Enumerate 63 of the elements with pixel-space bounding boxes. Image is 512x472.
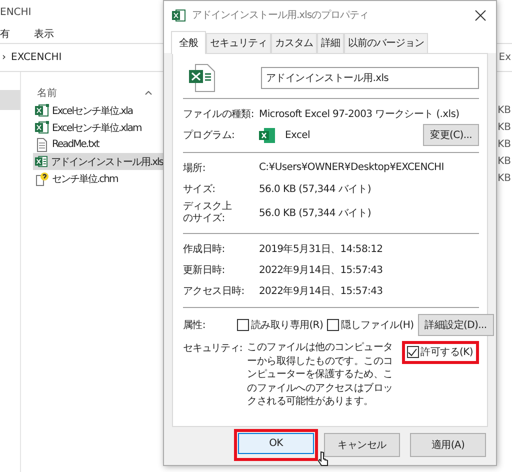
- file-item[interactable]: センチ単位.chm: [33, 170, 163, 187]
- sort-caret-icon: [145, 91, 152, 95]
- field-label: サイズ:: [183, 182, 216, 196]
- dialog-title: アドインインストール用.xlsのプロパティ: [192, 8, 369, 22]
- dialog-button[interactable]: 適用(A): [410, 433, 486, 457]
- breadcrumb-item[interactable]: EXCENCHI: [11, 52, 62, 63]
- size-value: 56.0 KB (57,344 バイト): [259, 182, 372, 196]
- spreadsheet-icon: [35, 121, 49, 134]
- tab[interactable]: 全般: [171, 31, 206, 54]
- spreadsheet-icon: [35, 104, 49, 117]
- column-header[interactable]: 名前: [37, 86, 57, 100]
- date-value: 2022年9月14日、15:57:43: [259, 264, 383, 276]
- disk-size-value: 56.0 KB (57,344 バイト): [259, 207, 372, 220]
- window-title: ENCHI: [0, 6, 32, 18]
- security-message: このファイルは他のコンピューターから取得したものです。このコンピューターを保護するため、このファイルへのアクセスはブロックされる可能性があります。: [247, 341, 394, 408]
- size-cell: KB: [498, 156, 512, 167]
- dialog-button[interactable]: OK: [238, 433, 314, 454]
- date-value: 2022年9月14日、15:57:43: [259, 284, 383, 298]
- size-cell: KB: [498, 173, 512, 184]
- search-field[interactable]: Ex: [498, 52, 512, 63]
- spreadsheet-file-icon: [189, 64, 215, 92]
- size-cell: KB: [498, 122, 512, 133]
- checkbox[interactable]: 許可する(K): [406, 345, 473, 359]
- help-file-icon: [35, 172, 49, 186]
- field-label: ファイルの種類:: [183, 108, 255, 120]
- field-label: 場所:: [183, 162, 206, 174]
- menu-item[interactable]: 有: [0, 26, 10, 40]
- tab[interactable]: カスタム: [271, 33, 317, 53]
- close-icon[interactable]: [475, 10, 486, 20]
- file-name-field[interactable]: アドインインストール用.xls: [261, 67, 479, 89]
- file-item[interactable]: Excelセンチ単位.xlam: [33, 119, 163, 136]
- field-label: 作成日時:: [183, 242, 226, 256]
- advanced-button[interactable]: 詳細設定(D)...: [418, 314, 494, 336]
- field-label: セキュリティ:: [183, 342, 242, 355]
- change-button[interactable]: 変更(C)...: [423, 124, 479, 146]
- dialog-button[interactable]: キャンセル: [324, 433, 400, 457]
- cursor-icon: [318, 451, 329, 467]
- date-value: 2019年5月31日、14:58:12: [259, 242, 383, 256]
- file-item[interactable]: アドインインストール用.xls: [33, 153, 163, 170]
- size-cell: KB: [498, 139, 512, 150]
- field-label: 属性:: [183, 318, 206, 332]
- tab[interactable]: 以前のバージョン: [344, 33, 428, 53]
- program-name: Excel: [285, 130, 310, 140]
- spreadsheet-icon: [172, 8, 186, 22]
- checkbox[interactable]: 隠しファイル(H): [327, 318, 414, 332]
- file-item[interactable]: ReadMe.txt: [33, 136, 163, 153]
- menu-item[interactable]: 表示: [34, 26, 54, 40]
- breadcrumb-separator: ›: [2, 52, 6, 63]
- check-mark-icon: [408, 348, 418, 356]
- tab[interactable]: セキュリティ: [206, 33, 271, 53]
- field-label: アクセス日時:: [183, 284, 246, 298]
- file-type-value: Microsoft Excel 97-2003 ワークシート (.xls): [259, 108, 460, 120]
- tab[interactable]: 詳細: [317, 33, 344, 53]
- field-label: ディスク上のサイズ:: [183, 200, 233, 226]
- location-value: C:¥Users¥OWNER¥Desktop¥EXCENCHI: [259, 162, 444, 173]
- field-label: 更新日時:: [183, 264, 226, 276]
- text-file-icon: [35, 138, 49, 152]
- field-label: プログラム:: [183, 128, 236, 142]
- file-item[interactable]: Excelセンチ単位.xla: [33, 102, 163, 119]
- spreadsheet-icon: [35, 155, 48, 168]
- checkbox[interactable]: 読み取り専用(R): [237, 318, 324, 332]
- excel-app-icon: [259, 128, 275, 142]
- size-cell: KB: [498, 105, 512, 116]
